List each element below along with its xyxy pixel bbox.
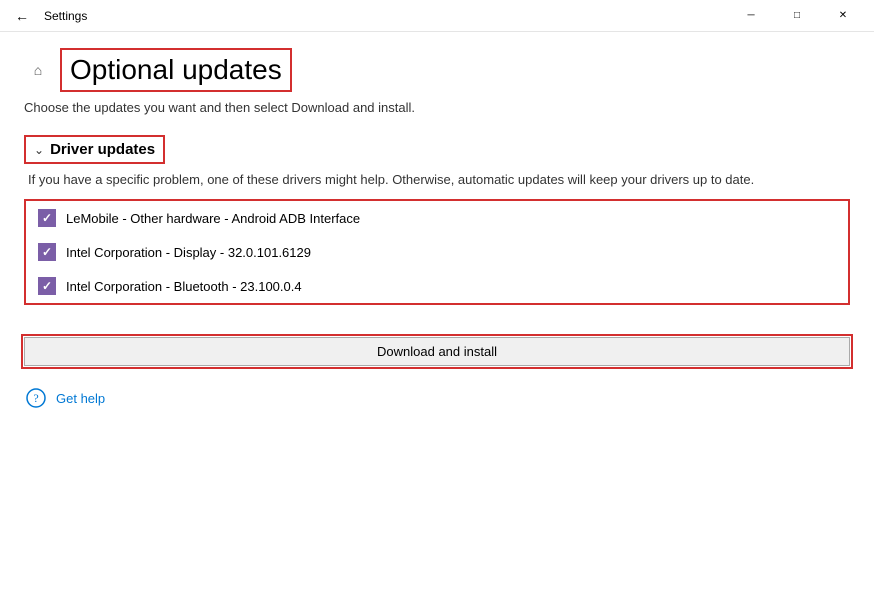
download-install-button[interactable]: Download and install bbox=[24, 337, 850, 366]
driver-item-label-1: LeMobile - Other hardware - Android ADB … bbox=[66, 211, 360, 226]
check-icon-3: ✓ bbox=[42, 279, 52, 293]
driver-items-list: ✓ LeMobile - Other hardware - Android AD… bbox=[24, 199, 850, 305]
chevron-down-icon: ⌄ bbox=[34, 143, 44, 157]
get-help-link[interactable]: Get help bbox=[56, 391, 105, 406]
driver-checkbox-2[interactable]: ✓ bbox=[38, 243, 56, 261]
back-button[interactable]: ← bbox=[8, 2, 36, 30]
driver-section-title: Driver updates bbox=[50, 141, 155, 158]
driver-checkbox-1[interactable]: ✓ bbox=[38, 209, 56, 227]
driver-item: ✓ Intel Corporation - Bluetooth - 23.100… bbox=[38, 277, 836, 295]
page-title: Optional updates bbox=[60, 48, 292, 92]
maximize-button[interactable]: □ bbox=[774, 0, 820, 32]
title-bar: ← Settings ─ □ ✕ bbox=[0, 0, 874, 32]
home-button[interactable]: ⌂ bbox=[24, 56, 52, 84]
main-content: ⌂ Optional updates Choose the updates yo… bbox=[0, 32, 874, 592]
driver-updates-section: ⌄ Driver updates If you have a specific … bbox=[24, 135, 850, 321]
driver-item-label-2: Intel Corporation - Display - 32.0.101.6… bbox=[66, 245, 311, 260]
get-help-row: ? Get help bbox=[24, 386, 850, 410]
header-row: ⌂ Optional updates bbox=[24, 48, 850, 92]
help-icon: ? bbox=[24, 386, 48, 410]
home-icon: ⌂ bbox=[34, 62, 42, 78]
driver-section-header[interactable]: ⌄ Driver updates bbox=[24, 135, 165, 164]
title-bar-title: Settings bbox=[44, 9, 87, 23]
minimize-button[interactable]: ─ bbox=[728, 0, 774, 32]
driver-checkbox-3[interactable]: ✓ bbox=[38, 277, 56, 295]
page-subtitle: Choose the updates you want and then sel… bbox=[24, 100, 850, 115]
check-icon-1: ✓ bbox=[42, 211, 52, 225]
close-button[interactable]: ✕ bbox=[820, 0, 866, 32]
title-bar-left: ← Settings bbox=[8, 2, 87, 30]
driver-description: If you have a specific problem, one of t… bbox=[28, 172, 850, 187]
svg-text:?: ? bbox=[33, 391, 38, 405]
title-bar-controls: ─ □ ✕ bbox=[728, 0, 866, 32]
driver-item: ✓ Intel Corporation - Display - 32.0.101… bbox=[38, 243, 836, 261]
driver-item: ✓ LeMobile - Other hardware - Android AD… bbox=[38, 209, 836, 227]
driver-item-label-3: Intel Corporation - Bluetooth - 23.100.0… bbox=[66, 279, 302, 294]
check-icon-2: ✓ bbox=[42, 245, 52, 259]
